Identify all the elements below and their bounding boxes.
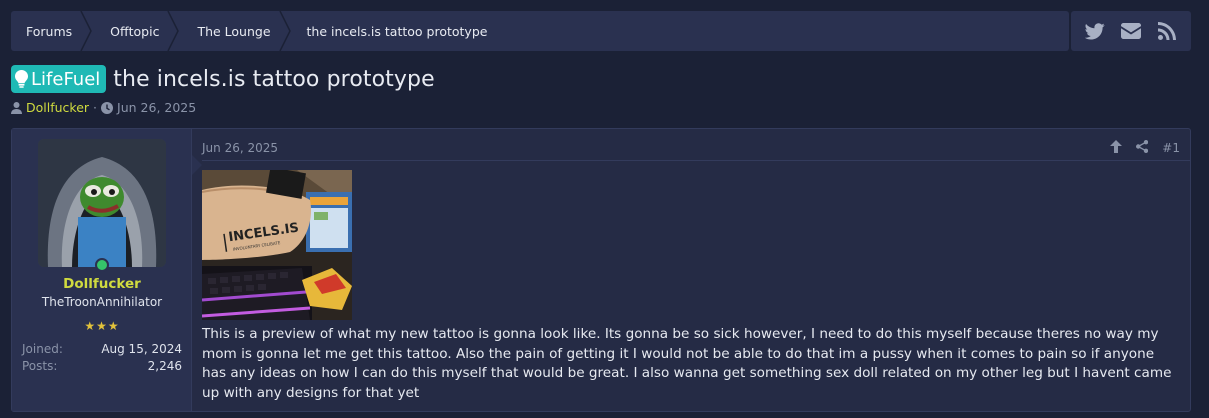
post-actions: #1 <box>1110 140 1180 156</box>
post-username[interactable]: Dollfucker <box>12 276 192 292</box>
share-icon[interactable] <box>1136 140 1149 156</box>
posts-value: 2,246 <box>147 359 182 373</box>
email-icon[interactable] <box>1120 20 1142 42</box>
post-attachment-image[interactable]: INCELS.IS INVOLUNTARY CELIBATE <box>202 170 352 320</box>
breadcrumb: Forums Offtopic The Lounge the incels.is… <box>11 11 1069 51</box>
breadcrumb-label: The Lounge <box>197 23 271 39</box>
breadcrumb-current-label: the incels.is tattoo prototype <box>306 23 488 39</box>
breadcrumb-item-forums[interactable]: Forums <box>11 11 92 51</box>
breadcrumb-item-offtopic[interactable]: Offtopic <box>86 11 180 51</box>
post-user-pane: Dollfucker TheTroonAnnihilator ★★★ Joine… <box>12 129 192 411</box>
breadcrumb-current: the incels.is tattoo prototype <box>285 11 502 51</box>
avatar[interactable] <box>38 139 166 267</box>
thread-prefix-badge[interactable]: LifeFuel <box>11 65 107 93</box>
thread-meta: Dollfucker · Jun 26, 2025 <box>11 100 196 115</box>
post-date[interactable]: Jun 26, 2025 <box>202 141 278 155</box>
rss-icon[interactable] <box>1156 20 1178 42</box>
lightbulb-icon <box>15 70 28 88</box>
avatar-image <box>38 139 166 267</box>
breadcrumb-label: Offtopic <box>110 23 160 39</box>
joined-label: Joined: <box>22 342 63 356</box>
thread-title-row: LifeFuel the incels.is tattoo prototype <box>11 65 435 93</box>
online-status-indicator <box>95 258 109 272</box>
joined-value: Aug 15, 2024 <box>101 342 182 356</box>
user-pane-arrow <box>192 155 202 175</box>
post-body: This is a preview of what my new tattoo … <box>202 326 1172 401</box>
post: Dollfucker TheTroonAnnihilator ★★★ Joine… <box>11 128 1191 412</box>
breadcrumb-item-the-lounge[interactable]: The Lounge <box>173 11 291 51</box>
user-rank-stars: ★★★ <box>84 319 120 333</box>
thread-start-date[interactable]: Jun 26, 2025 <box>117 100 196 115</box>
breadcrumb-label: Forums <box>26 23 73 39</box>
share-bar <box>1071 11 1191 51</box>
posts-label: Posts: <box>22 359 58 373</box>
user-joined-stat: Joined: Aug 15, 2024 <box>22 342 182 356</box>
user-icon <box>11 101 22 114</box>
post-main: Jun 26, 2025 #1 INCELS.IS INVOLUNTARY CE… <box>202 129 1190 411</box>
thread-author-link[interactable]: Dollfucker <box>26 100 89 115</box>
twitter-icon[interactable] <box>1084 20 1106 42</box>
meta-separator: · <box>93 100 98 115</box>
user-posts-stat: Posts: 2,246 <box>22 359 182 373</box>
tattoo-photo: INCELS.IS INVOLUNTARY CELIBATE <box>202 170 352 320</box>
post-header: Jun 26, 2025 #1 <box>202 129 1190 161</box>
user-title: TheTroonAnnihilator <box>41 295 163 309</box>
clock-icon <box>101 101 114 114</box>
page-title: the incels.is tattoo prototype <box>113 66 435 92</box>
thread-prefix-label: LifeFuel <box>31 68 101 90</box>
arrow-up-icon[interactable] <box>1110 140 1123 156</box>
post-number-link[interactable]: #1 <box>1162 141 1180 155</box>
